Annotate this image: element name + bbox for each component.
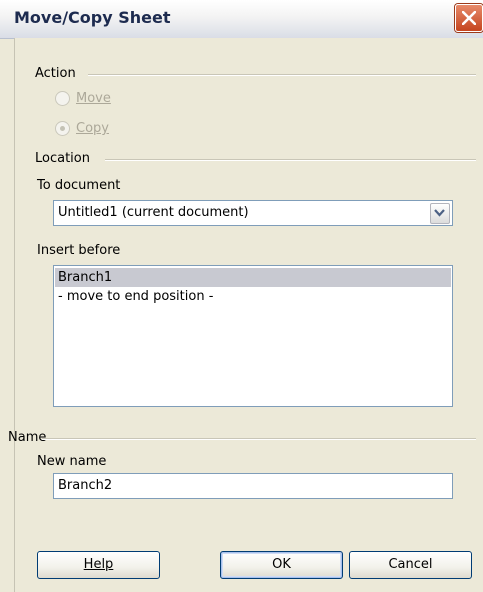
insert-before-label: Insert before (37, 243, 121, 258)
help-button[interactable]: Help (37, 551, 160, 579)
to-document-label: To document (37, 178, 121, 193)
move-radio[interactable]: Move (55, 91, 111, 106)
ok-button-label: OK (272, 557, 291, 572)
action-group-label: Action (35, 66, 76, 81)
list-item-move-to-end[interactable]: - move to end position - (55, 287, 451, 306)
close-icon (462, 11, 476, 25)
move-radio-label: Move (76, 91, 111, 106)
copy-radio-selected-dot (60, 126, 65, 131)
title-bar: Move/Copy Sheet (0, 0, 483, 39)
help-button-label: Help (83, 557, 114, 572)
cancel-button-label: Cancel (388, 557, 433, 572)
insert-before-list[interactable]: Branch1 - move to end position - (53, 265, 453, 407)
new-name-value: Branch2 (58, 478, 113, 493)
move-copy-sheet-dialog: Move/Copy Sheet Action Move Copy Locatio… (0, 0, 483, 592)
copy-radio[interactable]: Copy (55, 121, 109, 136)
move-radio-circle[interactable] (55, 91, 70, 106)
cancel-button[interactable]: Cancel (349, 551, 472, 579)
chevron-down-icon (434, 209, 445, 217)
copy-radio-label: Copy (76, 121, 109, 136)
to-document-dropdown-button[interactable] (430, 203, 450, 224)
new-name-label: New name (37, 454, 107, 469)
close-button[interactable] (455, 4, 483, 32)
list-item-branch1[interactable]: Branch1 (55, 268, 451, 287)
dialog-title: Move/Copy Sheet (14, 8, 171, 27)
ok-button[interactable]: OK (220, 551, 343, 579)
new-name-input[interactable]: Branch2 (53, 473, 453, 499)
location-group-label: Location (35, 151, 90, 166)
to-document-select[interactable]: Untitled1 (current document) (53, 200, 453, 226)
name-group-label: Name (8, 430, 47, 445)
location-group-divider (105, 159, 476, 161)
to-document-value: Untitled1 (current document) (58, 205, 249, 220)
name-group-divider (42, 438, 476, 440)
copy-radio-circle[interactable] (55, 121, 70, 136)
action-group-divider (88, 74, 476, 76)
